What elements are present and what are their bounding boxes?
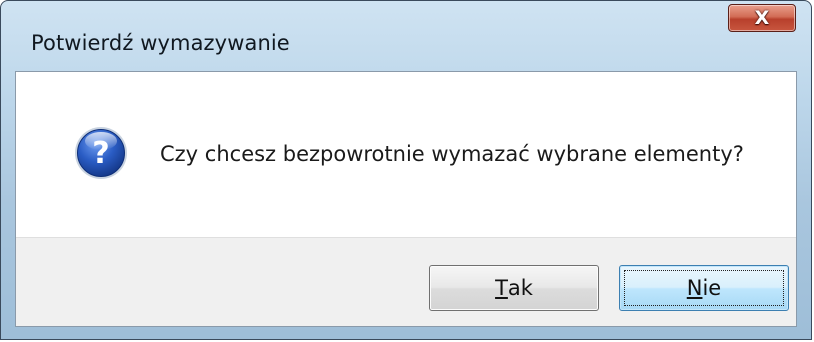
close-button[interactable]: X: [728, 4, 796, 32]
window-title: Potwierdź wymazywanie: [31, 31, 290, 55]
button-bar: Tak Nie: [16, 237, 796, 326]
dialog-window: Potwierdź wymazywanie X ? Czy chcesz bez…: [0, 0, 812, 340]
focus-rectangle: [624, 270, 784, 306]
dialog-message: Czy chcesz bezpowrotnie wymazać wybrane …: [160, 142, 744, 166]
question-icon: ?: [75, 127, 127, 179]
dialog-client-area: ? Czy chcesz bezpowrotnie wymazać wybran…: [15, 71, 797, 327]
title-bar[interactable]: Potwierdź wymazywanie X: [1, 1, 811, 71]
yes-button-accel: T: [495, 276, 508, 300]
close-icon: X: [754, 7, 770, 29]
yes-button[interactable]: Tak: [429, 265, 599, 311]
svg-text:?: ?: [92, 136, 109, 171]
message-area: ? Czy chcesz bezpowrotnie wymazać wybran…: [16, 72, 796, 237]
no-button[interactable]: Nie: [619, 265, 789, 311]
yes-button-label-rest: ak: [507, 276, 533, 300]
